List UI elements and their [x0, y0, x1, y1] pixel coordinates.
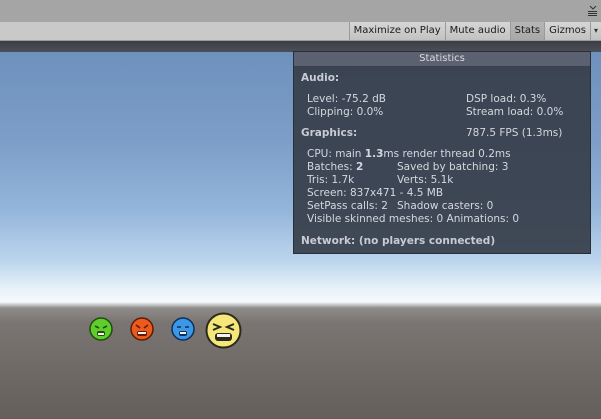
verts-count: Verts: 5.1k — [397, 174, 454, 186]
audio-level: Level: -75.2 dB — [307, 93, 386, 105]
cpu-suffix: ms render thread 0.2ms — [383, 148, 511, 160]
statistics-title: Statistics — [294, 52, 590, 67]
skinned-meshes-animations: Visible skinned meshes: 0 Animations: 0 — [307, 213, 520, 225]
dsp-load: DSP load: 0.3% — [466, 93, 547, 105]
green-face-sprite — [89, 317, 113, 341]
game-view-toolbar: Maximize on Play Mute audio Stats Gizmos… — [0, 22, 601, 41]
gizmos-dropdown-icon[interactable]: ▾ — [589, 22, 601, 40]
network-status: Network: (no players connected) — [301, 235, 496, 247]
stream-load: Stream load: 0.0% — [466, 106, 564, 118]
yellow-face-sprite — [205, 312, 242, 349]
shadow-casters: Shadow casters: 0 — [397, 200, 494, 212]
screen-info: Screen: 837x471 - 4.5 MB — [307, 187, 444, 199]
saved-by-batching: Saved by batching: 3 — [397, 161, 509, 173]
maximize-on-play-button[interactable]: Maximize on Play — [348, 22, 445, 40]
audio-header: Audio: — [301, 72, 340, 84]
mute-audio-button[interactable]: Mute audio — [444, 22, 510, 40]
batches-value: 2 — [356, 161, 364, 173]
graphics-header: Graphics: — [301, 127, 358, 139]
batches-line: Batches: 2 — [307, 161, 363, 173]
editor-top-strip — [0, 0, 601, 23]
hamburger-menu-icon[interactable] — [588, 5, 597, 17]
toolbar-button-group: Maximize on Play Mute audio Stats Gizmos… — [348, 22, 601, 40]
statistics-panel: Statistics Audio: Level: -75.2 dB Clippi… — [293, 51, 591, 254]
fps-value: 787.5 FPS (1.3ms) — [466, 127, 563, 139]
gizmos-button[interactable]: Gizmos — [544, 22, 590, 40]
cpu-prefix: CPU: main — [307, 148, 365, 160]
red-face-sprite — [130, 317, 154, 341]
batches-prefix: Batches: — [307, 161, 356, 173]
stats-button[interactable]: Stats — [509, 22, 545, 40]
cpu-main-value: 1.3 — [364, 148, 384, 160]
tris-count: Tris: 1.7k — [307, 174, 355, 186]
audio-clipping: Clipping: 0.0% — [307, 106, 384, 118]
setpass-calls: SetPass calls: 2 — [307, 200, 388, 212]
blue-face-sprite — [171, 317, 195, 341]
cpu-line: CPU: main 1.3ms render thread 0.2ms — [307, 148, 511, 160]
